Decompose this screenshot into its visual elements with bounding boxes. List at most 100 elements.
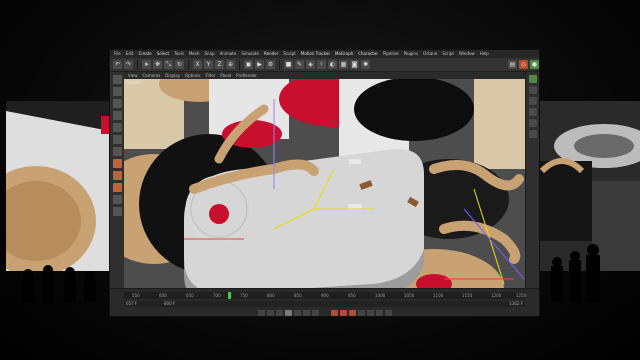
subdivision-icon[interactable]: ◈	[306, 60, 315, 69]
x-axis-icon[interactable]: X	[193, 60, 202, 69]
go-to-start-button[interactable]	[257, 309, 265, 316]
timeline-tick-label: 850	[294, 293, 302, 298]
timeline-tick-label: 600	[159, 293, 167, 298]
record-scale-button[interactable]	[366, 309, 374, 316]
menu-animate[interactable]: Animate	[220, 50, 237, 58]
viewport-menu-view[interactable]: View	[128, 73, 138, 78]
scale-icon[interactable]: ⤡	[164, 60, 173, 69]
menu-edit[interactable]: Edit	[126, 50, 134, 58]
autokey-button[interactable]	[339, 309, 347, 316]
points-mode-icon[interactable]	[112, 111, 122, 120]
menu-render[interactable]: Render	[264, 50, 278, 58]
menu-sculpt[interactable]: Sculpt	[283, 50, 296, 58]
deformer-icon[interactable]: ◐	[328, 60, 337, 69]
menu-octane[interactable]: Octane	[423, 50, 437, 58]
camera-icon[interactable]: ◙	[350, 60, 359, 69]
left-projection-screen	[6, 101, 110, 271]
scene-floor-icon[interactable]: ▦	[339, 60, 348, 69]
pen-icon[interactable]: ✎	[295, 60, 304, 69]
locked-workplane-icon[interactable]	[112, 195, 122, 204]
go-to-end-button[interactable]	[311, 309, 319, 316]
axis-mode-icon[interactable]	[112, 147, 122, 156]
polygons-mode-icon[interactable]	[112, 135, 122, 144]
snap-icon[interactable]	[112, 171, 122, 180]
next-key-button[interactable]	[302, 309, 310, 316]
menu-create[interactable]: Create	[138, 50, 151, 58]
timeline-tick-label: 750	[240, 293, 248, 298]
timeline-playhead[interactable]	[228, 292, 232, 299]
takes-icon[interactable]	[529, 130, 537, 138]
model-mode-icon[interactable]	[112, 87, 122, 96]
planar-workplane-icon[interactable]	[112, 207, 122, 216]
timeline-ruler[interactable]: 550 600 650 700 750 800 850 900 950 1000…	[124, 292, 526, 299]
record-rotation-button[interactable]	[375, 309, 383, 316]
plugin-icon[interactable]: ●	[530, 60, 539, 69]
content-browser-icon[interactable]	[529, 108, 537, 116]
octane-icon[interactable]: ◎	[519, 60, 528, 69]
menu-select[interactable]: Select	[157, 50, 169, 58]
menu-script[interactable]: Script	[442, 50, 454, 58]
viewport-menu-prorender[interactable]: ProRender	[236, 73, 257, 78]
undo-icon[interactable]: ↶	[113, 60, 122, 69]
tweak-mode-icon[interactable]	[112, 159, 122, 168]
timeline-tick-label: 800	[267, 293, 275, 298]
layers-icon[interactable]	[529, 97, 537, 105]
layout-icon[interactable]: ▤	[508, 60, 517, 69]
menu-window[interactable]: Window	[459, 50, 475, 58]
live-selection-icon[interactable]: ➤	[142, 60, 151, 69]
viewport-menu-cameras[interactable]: Cameras	[143, 73, 161, 78]
cloner-icon[interactable]: ⁘	[317, 60, 326, 69]
next-frame-button[interactable]	[293, 309, 301, 316]
menu-pipeline[interactable]: Pipeline	[383, 50, 399, 58]
texture-mode-icon[interactable]	[112, 99, 122, 108]
render-picture-viewer-icon[interactable]: ▶	[255, 60, 264, 69]
z-axis-icon[interactable]: Z	[215, 60, 224, 69]
menu-plugins[interactable]: Plugins	[404, 50, 418, 58]
timeline-settings-button[interactable]	[384, 309, 392, 316]
viewport-menu-display[interactable]: Display	[165, 73, 180, 78]
redo-icon[interactable]: ↷	[124, 60, 133, 69]
menu-tools[interactable]: Tools	[174, 50, 184, 58]
viewport-menu-filter[interactable]: Filter	[205, 73, 215, 78]
menu-help[interactable]: Help	[480, 50, 489, 58]
record-position-button[interactable]	[357, 309, 365, 316]
light-icon[interactable]: ✺	[361, 60, 370, 69]
workplane-icon[interactable]	[112, 183, 122, 192]
attributes-icon[interactable]	[529, 86, 537, 94]
y-axis-icon[interactable]: Y	[204, 60, 213, 69]
coordinate-system-icon[interactable]: ⊕	[226, 60, 235, 69]
cube-icon[interactable]: ■	[284, 60, 293, 69]
toolbar-divider	[137, 59, 138, 70]
make-editable-icon[interactable]	[112, 75, 122, 84]
keyframe-selection-button[interactable]	[348, 309, 356, 316]
viewport-menu-options[interactable]: Options	[185, 73, 200, 78]
3d-viewport[interactable]: Parallel	[124, 79, 525, 288]
menu-snap[interactable]: Snap	[204, 50, 214, 58]
previous-frame-button[interactable]	[275, 309, 283, 316]
menu-mesh[interactable]: Mesh	[189, 50, 200, 58]
timeline-tick-label: 1050	[404, 293, 415, 298]
menu-file[interactable]: File	[114, 50, 121, 58]
menu-mograph[interactable]: MoGraph	[335, 50, 353, 58]
render-settings-icon[interactable]: ⚙	[266, 60, 275, 69]
menu-motion-tracker[interactable]: Motion Tracker	[301, 50, 330, 58]
rotate-icon[interactable]: ↻	[175, 60, 184, 69]
move-icon[interactable]: ✥	[153, 60, 162, 69]
start-frame-field[interactable]: 600 F	[164, 301, 175, 307]
render-view-icon[interactable]: ▣	[244, 60, 253, 69]
menu-simulate[interactable]: Simulate	[241, 50, 259, 58]
viewport-camera-label: Parallel	[126, 80, 141, 85]
object-manager-icon[interactable]	[529, 75, 537, 83]
viewport-menu-bar: View Cameras Display Options Filter Pane…	[124, 72, 525, 79]
toolbar-divider	[239, 59, 240, 70]
timeline-tick-label: 1100	[433, 293, 444, 298]
viewport-menu-panel[interactable]: Panel	[220, 73, 231, 78]
end-frame-field[interactable]: 1362 F	[509, 301, 523, 307]
previous-key-button[interactable]	[266, 309, 274, 316]
edges-mode-icon[interactable]	[112, 123, 122, 132]
structure-icon[interactable]	[529, 119, 537, 127]
record-key-button[interactable]	[330, 309, 338, 316]
current-frame-field[interactable]: 657 F	[126, 301, 137, 307]
play-button[interactable]	[284, 309, 292, 316]
menu-character[interactable]: Character	[358, 50, 378, 58]
